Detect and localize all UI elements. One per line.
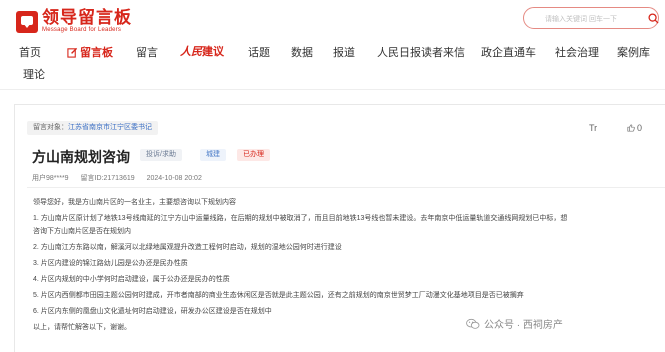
nav-people-suggestions-prefix: 人民 — [180, 46, 202, 58]
logo-title: 领导留言板 — [42, 8, 132, 27]
body-line: 4. 片区内规划的中小学何时启动建设，属于公办还是民办的性质 — [33, 276, 230, 283]
message-target-link[interactable]: 江苏省南京市江宁区委书记 — [68, 124, 152, 131]
nav-data[interactable]: 数据 — [291, 46, 313, 60]
body-line: 领导您好，我是方山南片区的一名业主，主要想咨询以下规划内容 — [33, 199, 236, 206]
nav-topics[interactable]: 话题 — [248, 46, 270, 60]
nav-people-suggestions[interactable]: 人民建议 — [180, 45, 224, 59]
nav-social-governance[interactable]: 社会治理 — [555, 46, 599, 60]
message-meta: 用户98****9 留言ID:21713619 2024-10-08 20:02 — [32, 173, 212, 183]
nav-message-board[interactable]: 留言板 — [67, 46, 113, 60]
nav-readers-letters[interactable]: 人民日报读者来信 — [377, 46, 465, 60]
message-target: 留言对象：江苏省南京市江宁区委书记 — [27, 121, 158, 135]
message-board-logo-icon — [16, 10, 38, 33]
nav-message-board-label: 留言板 — [80, 47, 113, 59]
message-target-label: 留言对象： — [33, 124, 68, 131]
like-button[interactable]: 0 — [627, 123, 642, 133]
nav-divider — [0, 89, 665, 90]
main-nav: 首页 留言板 留言 人民建议 话题 数据 报道 人民日报读者来信 政企直通车 社… — [0, 38, 665, 88]
message-body: 领导您好，我是方山南片区的一名业主，主要想咨询以下规划内容 1. 方山南片区原计… — [33, 197, 663, 335]
body-line: 5. 片区内西侧都市田园主题公园何时建成，开市者南部的商业生态休闲区是否就是此主… — [33, 292, 524, 299]
nav-case-library[interactable]: 案例库 — [617, 46, 650, 60]
search-input[interactable] — [543, 8, 655, 31]
message-title: 方山南规划咨询 — [32, 149, 130, 165]
field-badge: 城建 — [200, 149, 226, 161]
watermark-text: 公众号 · 西祠房产 — [484, 320, 563, 331]
search-box[interactable] — [523, 7, 659, 31]
search-icon[interactable] — [648, 13, 659, 24]
site-logo[interactable]: 领导留言板 Message Board for Leaders — [16, 9, 132, 34]
logo-subtitle: Message Board for Leaders — [42, 27, 122, 33]
category-badge: 投诉/求助 — [140, 149, 182, 161]
nav-theory[interactable]: 理论 — [23, 68, 45, 82]
thumbs-up-icon — [627, 124, 635, 132]
message-time: 2024-10-08 20:02 — [146, 175, 202, 182]
body-line: 咨询下方山南片区是否在规划内 — [33, 228, 131, 235]
edit-icon — [67, 47, 78, 58]
body-line: 以上，请帮忙解答以下，谢谢。 — [33, 324, 131, 331]
font-size-icon[interactable]: Tr — [589, 123, 597, 133]
message-user: 用户98****9 — [32, 175, 69, 182]
wechat-icon — [466, 318, 480, 329]
body-line: 6. 片区内东侧的凰盘山文化遗址何时启动建设，研发办公区建设是否在规划中 — [33, 308, 272, 315]
nav-messages[interactable]: 留言 — [136, 46, 158, 60]
body-line: 1. 方山南片区原计划了地铁13号线南延的江宁方山中运量线路，在后期的规划中被取… — [33, 215, 568, 222]
like-count: 0 — [637, 123, 643, 133]
nav-enterprise-express[interactable]: 政企直通车 — [481, 46, 536, 60]
status-badge: 已办理 — [237, 149, 270, 161]
meta-divider — [27, 187, 665, 188]
message-card: 留言对象：江苏省南京市江宁区委书记 Tr 0 方山南规划咨询 投诉/求助 城建 … — [14, 104, 665, 352]
nav-home[interactable]: 首页 — [19, 46, 41, 60]
wechat-watermark: 公众号 · 西祠房产 — [466, 316, 563, 331]
body-line: 3. 片区内建设的锦江路幼儿园是公办还是民办性质 — [33, 260, 188, 267]
site-header: 领导留言板 Message Board for Leaders — [0, 0, 665, 38]
message-id: 留言ID:21713619 — [80, 175, 135, 182]
body-line: 2. 方山南江方东路以南，解溪河以北绿地属观提升改造工程何时启动，规划的湿地公园… — [33, 244, 342, 251]
nav-people-suggestions-suffix: 建议 — [202, 46, 224, 58]
nav-reports[interactable]: 报道 — [333, 46, 355, 60]
